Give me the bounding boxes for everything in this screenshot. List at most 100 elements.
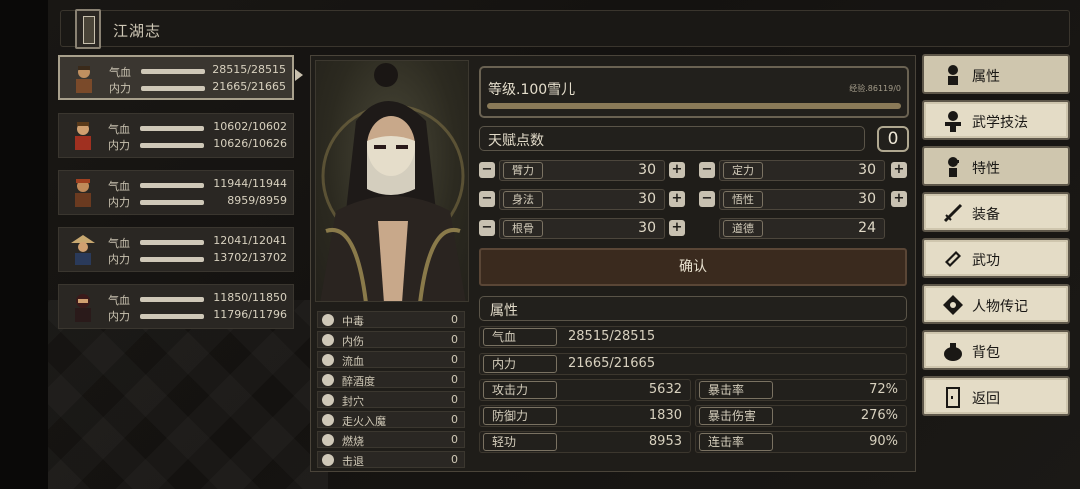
menu-label: 武学技法 (972, 115, 1028, 131)
status-value: 0 (451, 433, 458, 446)
door-icon (946, 387, 960, 408)
mp-value: 8959/8959 (227, 194, 287, 207)
menu-biography[interactable]: 人物传记 (922, 284, 1070, 324)
status-name: 燃烧 (342, 435, 364, 448)
status-name: 封穴 (342, 395, 364, 408)
menu-bag[interactable]: 背包 (922, 330, 1070, 370)
journal-icon[interactable] (75, 9, 101, 49)
attr-focus: 定力 30 (719, 160, 885, 181)
minus-insight-button[interactable]: − (699, 191, 715, 207)
party-member-4[interactable]: 气血 12041/12041 内力 13702/13702 (58, 227, 294, 272)
prop-name: 暴击率 (699, 381, 773, 399)
hp-label: 气血 (108, 180, 130, 193)
menu-equipment[interactable]: 装备 (922, 192, 1070, 232)
selected-arrow-icon (295, 69, 303, 81)
bio-icon (943, 295, 963, 315)
hp-label: 气血 (108, 123, 130, 136)
menu-attributes[interactable]: 属性 (922, 54, 1070, 94)
mp-bar (140, 143, 204, 148)
plus-agility-button[interactable]: + (669, 191, 685, 207)
mp-value: 11796/11796 (213, 308, 287, 321)
hp-value: 28515/28515 (212, 63, 286, 76)
prop-value: 72% (869, 382, 898, 397)
party-member-1[interactable]: 气血 28515/28515 内力 21665/21665 (58, 55, 294, 100)
prop-combo-rate: 连击率 90% (695, 431, 907, 453)
hp-label: 气血 (109, 66, 131, 79)
attr-value: 30 (858, 162, 876, 178)
party-member-2[interactable]: 气血 10602/10602 内力 10626/10626 (58, 113, 294, 158)
hp-label: 气血 (108, 294, 130, 307)
status-sealed: 封穴 0 (317, 391, 465, 408)
prop-value: 8953 (648, 434, 682, 449)
mp-bar (140, 200, 204, 205)
minus-constitution-button[interactable]: − (479, 220, 495, 236)
demon-icon (322, 414, 334, 426)
menu-label: 背包 (972, 345, 1000, 361)
attr-value: 30 (858, 191, 876, 207)
hp-bar (140, 240, 204, 245)
character-portrait (315, 60, 469, 302)
confirm-button[interactable]: 确认 (479, 248, 907, 286)
mp-bar (140, 257, 204, 262)
status-value: 0 (451, 353, 458, 366)
menu-traits[interactable]: 特性 (922, 146, 1070, 186)
acupoint-icon (322, 394, 334, 406)
menu-label: 属性 (972, 69, 1000, 85)
status-internal-injury: 内伤 0 (317, 331, 465, 348)
plus-constitution-button[interactable]: + (669, 220, 685, 236)
menu-label: 武功 (972, 253, 1000, 269)
minus-focus-button[interactable]: − (699, 162, 715, 178)
party-member-5[interactable]: 气血 11850/11850 内力 11796/11796 (58, 284, 294, 329)
minus-agility-button[interactable]: − (479, 191, 495, 207)
attr-constitution: 根骨 30 (499, 218, 665, 239)
mp-label: 内力 (108, 139, 130, 152)
mp-label: 内力 (108, 196, 130, 209)
prop-value: 1830 (648, 408, 682, 423)
prop-mp: 内力 21665/21665 (479, 353, 907, 375)
menu-back[interactable]: 返回 (922, 376, 1070, 416)
status-value: 0 (451, 313, 458, 326)
fire-icon (322, 434, 334, 446)
wine-icon (322, 374, 334, 386)
prop-name: 暴击伤害 (699, 407, 773, 425)
attr-value: 30 (638, 162, 656, 178)
status-poison: 中毒 0 (317, 311, 465, 328)
sword-icon (943, 203, 963, 223)
skull-icon (322, 314, 334, 326)
title-bar: 江湖志 (60, 9, 1070, 49)
attr-value: 30 (638, 191, 656, 207)
prop-crit-damage: 暴击伤害 276% (695, 405, 907, 427)
mp-value: 21665/21665 (212, 80, 286, 93)
prop-attack: 攻击力 5632 (479, 379, 691, 401)
game-screen: 江湖志 气血 28515/28515 内力 21665/21665 气血 106… (48, 0, 1080, 489)
prop-defense: 防御力 1830 (479, 405, 691, 427)
character-portrait-icon (76, 66, 92, 93)
prop-lightness: 轻功 8953 (479, 431, 691, 453)
status-drunk: 醉酒度 0 (317, 371, 465, 388)
character-portrait-icon (71, 235, 95, 265)
prop-name: 连击率 (699, 433, 773, 451)
hp-bar (140, 183, 204, 188)
party-member-3[interactable]: 气血 11944/11944 内力 8959/8959 (58, 170, 294, 215)
prop-crit-rate: 暴击率 72% (695, 379, 907, 401)
prop-name: 防御力 (483, 407, 557, 425)
boot-icon (322, 454, 334, 466)
menu-kungfu[interactable]: 武功 (922, 238, 1070, 278)
menu-martial-techniques[interactable]: 武学技法 (922, 100, 1070, 140)
mp-label: 内力 (108, 310, 130, 323)
plus-focus-button[interactable]: + (891, 162, 907, 178)
mp-value: 10626/10626 (213, 137, 287, 150)
status-qi-deviation: 走火入魔 0 (317, 411, 465, 428)
bag-icon (944, 343, 962, 361)
plus-insight-button[interactable]: + (891, 191, 907, 207)
prop-name: 内力 (483, 355, 557, 373)
hp-value: 10602/10602 (213, 120, 287, 133)
attr-name: 根骨 (503, 220, 543, 237)
plus-strength-button[interactable]: + (669, 162, 685, 178)
character-portrait-icon (75, 179, 91, 207)
status-value: 0 (451, 393, 458, 406)
talent-points-value: 0 (877, 126, 909, 152)
status-name: 内伤 (342, 335, 364, 348)
attr-insight: 悟性 30 (719, 189, 885, 210)
minus-strength-button[interactable]: − (479, 162, 495, 178)
